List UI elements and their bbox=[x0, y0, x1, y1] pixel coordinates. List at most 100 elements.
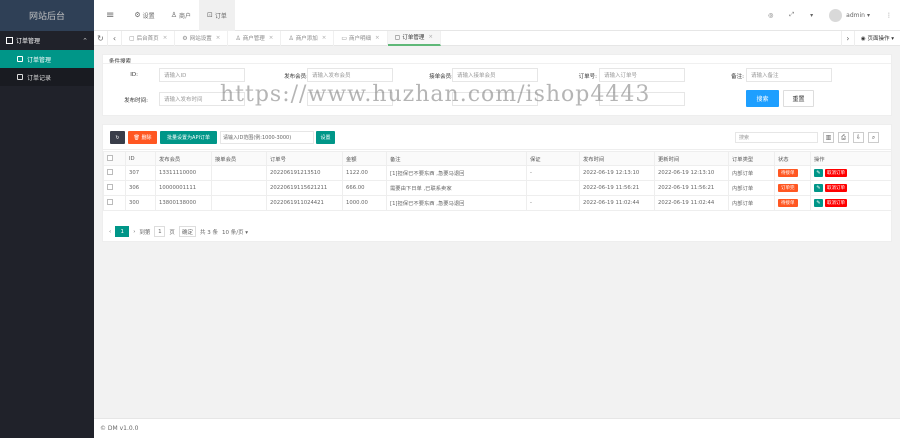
fullscreen-icon[interactable]: ⤢ bbox=[781, 0, 802, 31]
close-icon[interactable]: × bbox=[322, 35, 327, 41]
sidebar-item-order-manage[interactable]: 订单管理 bbox=[0, 50, 94, 68]
user-menu[interactable]: admin ▾ bbox=[821, 0, 878, 31]
status-badge: 待接单 bbox=[778, 199, 798, 207]
close-icon[interactable]: × bbox=[216, 35, 221, 41]
col-header[interactable]: 发布时间 bbox=[579, 151, 655, 166]
tab-home[interactable]: ▢ 后台首页 × bbox=[122, 30, 176, 46]
menu-toggle-icon[interactable]: ≡ bbox=[94, 0, 126, 31]
id-input[interactable]: 请输入ID bbox=[159, 68, 245, 82]
page-current[interactable]: 1 bbox=[115, 226, 130, 237]
cell-status: 待接单 bbox=[774, 165, 811, 181]
col-header[interactable]: 发布会员 bbox=[155, 151, 212, 166]
close-icon[interactable]: × bbox=[428, 34, 433, 40]
sidebar-item-order-record[interactable]: 订单记录 bbox=[0, 68, 94, 86]
columns-icon[interactable]: ▥ bbox=[823, 132, 834, 143]
row-checkbox[interactable] bbox=[103, 180, 126, 196]
header-link-label: 商户 bbox=[178, 12, 191, 20]
col-header[interactable]: 订单类型 bbox=[728, 151, 775, 166]
close-icon[interactable]: × bbox=[375, 35, 380, 41]
remark-input[interactable]: 请输入备注 bbox=[746, 68, 832, 82]
page-ops-button[interactable]: ◉ 页面操作 ▾ bbox=[855, 34, 900, 42]
cell-publisher: 10000001111 bbox=[155, 180, 212, 196]
refresh-button[interactable]: ↻ bbox=[110, 131, 125, 144]
chevron-left-icon[interactable]: ‹ bbox=[108, 30, 122, 46]
tab-site-settings[interactable]: ⚙ 网站设置 × bbox=[175, 30, 229, 46]
checkbox[interactable] bbox=[107, 184, 113, 190]
cell-order-no: 2022061911024421 bbox=[266, 195, 343, 211]
more-icon[interactable]: ⋮ bbox=[878, 0, 900, 31]
col-header[interactable]: ID bbox=[125, 151, 156, 166]
cell-remark: 需要由下日单 ,已联系卖家 bbox=[386, 180, 527, 196]
cell-amount: 1122.00 bbox=[342, 165, 387, 181]
tab-merchant-manage[interactable]: ♙ 商户管理 × bbox=[228, 30, 282, 46]
sidebar-group-order[interactable]: 订单管理 ⌃ bbox=[0, 31, 94, 50]
order-no-label: 订单号: bbox=[578, 74, 597, 80]
tab-merchant-detail[interactable]: ▭ 商户明细 × bbox=[334, 30, 388, 46]
row-checkbox[interactable] bbox=[103, 195, 126, 211]
status-badge: 订单完 bbox=[778, 184, 798, 192]
publisher-label: 发布会员: bbox=[284, 74, 308, 80]
checkbox[interactable] bbox=[107, 169, 113, 175]
receiver-input[interactable]: 请输入接单会员 bbox=[452, 68, 538, 82]
cancel-order-button[interactable]: 取消订单 bbox=[825, 169, 847, 177]
header-link-settings[interactable]: ⚙ 设置 bbox=[126, 0, 162, 31]
edit-icon[interactable]: ✎ bbox=[814, 199, 823, 207]
delete-button[interactable]: 🗑 删除 bbox=[128, 131, 157, 144]
col-header[interactable]: 操作 bbox=[810, 151, 892, 166]
sidebar-item-label: 订单记录 bbox=[27, 74, 52, 82]
goto-input[interactable]: 1 bbox=[154, 226, 166, 237]
refresh-icon[interactable]: ↻ bbox=[94, 30, 108, 46]
col-header[interactable]: 金额 bbox=[342, 151, 387, 166]
globe-icon[interactable]: ◎ bbox=[760, 0, 781, 31]
batch-api-button[interactable]: 批量设置为API订单 bbox=[160, 131, 217, 144]
edit-icon[interactable]: ✎ bbox=[814, 169, 823, 177]
per-page-select[interactable]: 10 条/页 ▾ bbox=[222, 228, 248, 236]
row-checkbox[interactable] bbox=[103, 165, 126, 181]
next-page-icon[interactable]: › bbox=[133, 229, 135, 235]
cell-order-no: 20220619115621211 bbox=[266, 180, 343, 196]
reset-button[interactable]: 重置 bbox=[783, 90, 814, 107]
export-icon[interactable]: ⇩ bbox=[853, 132, 864, 143]
order-no-input[interactable]: 请输入订单号 bbox=[599, 68, 685, 82]
header-link-merchant[interactable]: ♙ 商户 bbox=[163, 0, 199, 31]
search-icon[interactable]: ⌕ bbox=[868, 132, 879, 143]
edit-icon[interactable]: ✎ bbox=[814, 184, 823, 192]
checkbox[interactable] bbox=[107, 199, 113, 205]
tab-label: 商户添加 bbox=[295, 36, 318, 42]
cancel-order-button[interactable]: 取消订单 bbox=[825, 184, 847, 192]
search-button[interactable]: 搜索 bbox=[746, 90, 779, 107]
tab-order-manage[interactable]: ▢ 订单管理 × bbox=[387, 30, 441, 46]
cell-updated: 2022-06-19 11:56:21 bbox=[654, 180, 729, 196]
set-button[interactable]: 设置 bbox=[316, 131, 335, 144]
col-header[interactable]: 更新时间 bbox=[654, 151, 729, 166]
id-range-input[interactable]: 请输入ID范围(例:1000-3000) bbox=[220, 131, 314, 144]
tab-icon: ♙ bbox=[235, 34, 241, 42]
prev-page-icon[interactable]: ‹ bbox=[109, 229, 111, 235]
publisher-input[interactable]: 请输入发布会员 bbox=[307, 68, 393, 82]
table-row: 300 13800138000 2022061911024421 1000.00… bbox=[103, 195, 892, 211]
tab-merchant-add[interactable]: ♙ 商户添加 × bbox=[281, 30, 335, 46]
col-header[interactable]: 保证 bbox=[526, 151, 580, 166]
header-checkbox[interactable] bbox=[103, 151, 126, 166]
header-link-order[interactable]: ⊡ 订单 bbox=[198, 0, 235, 31]
tab-icon: ⚙ bbox=[182, 34, 188, 42]
col-header[interactable]: 订单号 bbox=[266, 151, 343, 166]
list-icon bbox=[6, 37, 13, 44]
header-link-label: 订单 bbox=[214, 12, 227, 20]
checkbox[interactable] bbox=[107, 154, 113, 161]
table-search-input[interactable]: 搜索 bbox=[735, 132, 818, 143]
col-header[interactable]: 备注 bbox=[386, 151, 527, 166]
cancel-order-button[interactable]: 取消订单 bbox=[825, 199, 847, 207]
col-header[interactable]: 接单会员 bbox=[211, 151, 267, 166]
order-table: ID 发布会员 接单会员 订单号 金额 备注 保证 发布时间 更新时间 订单类型… bbox=[103, 151, 892, 211]
theme-icon[interactable]: ▾ bbox=[802, 0, 821, 31]
col-header[interactable]: 状态 bbox=[774, 151, 811, 166]
print-icon[interactable]: ⎙ bbox=[838, 132, 849, 143]
goto-label: 到第 bbox=[139, 229, 151, 236]
chevron-right-icon[interactable]: › bbox=[840, 30, 855, 46]
close-icon[interactable]: × bbox=[269, 35, 274, 41]
top-header: ≡ ⚙ 设置 ♙ 商户 ⊡ 订单 ◎ ⤢ ▾ admin ▾ ⋮ bbox=[94, 0, 900, 31]
tab-label: 网站设置 bbox=[189, 36, 212, 42]
goto-confirm-button[interactable]: 确定 bbox=[178, 226, 196, 237]
close-icon[interactable]: × bbox=[163, 35, 168, 41]
